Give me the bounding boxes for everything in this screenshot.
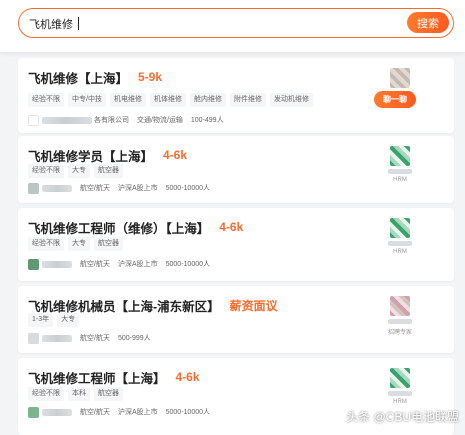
job-title: 飞机维修【上海】 xyxy=(28,71,129,86)
job-tag: 经验不限 xyxy=(28,387,64,401)
company-listing: 沪深A股上市 xyxy=(117,185,158,192)
recruiter-avatar xyxy=(390,68,410,88)
recruiter-name-blurred xyxy=(388,169,412,174)
company-logo xyxy=(28,114,39,126)
company-name-blurred xyxy=(42,184,72,192)
company-listing: 沪深A股上市 xyxy=(117,261,158,268)
job-tag: 经验不限 xyxy=(28,237,64,251)
company-logo xyxy=(28,258,39,270)
job-title: 飞机维修机械员【上海-浦东新区】 xyxy=(28,299,220,314)
recruiter-role: HRM xyxy=(393,249,407,255)
recruiter-avatar xyxy=(390,218,410,238)
job-card[interactable]: 飞机维修机械员【上海-浦东新区】 薪资面议 1-3年 大专 航空/航天 500-… xyxy=(18,286,454,353)
search-input[interactable] xyxy=(29,15,389,33)
recruiter[interactable]: HRM xyxy=(386,218,414,255)
job-tag: 机体维修 xyxy=(149,93,186,107)
job-tag: 航空器 xyxy=(94,164,123,178)
job-tag: 发动机维修 xyxy=(269,93,313,107)
company-info[interactable]: 航空/航天 沪深A股上市 5000-10000人 xyxy=(28,182,218,194)
job-card[interactable]: 飞机维修【上海】 5-9k 经验不限 中专/中技 机电维修 机体维修 舱内维修 … xyxy=(18,58,454,133)
search-header: 搜索 xyxy=(0,0,465,52)
job-tag: 大专 xyxy=(68,164,90,178)
company-size: 5000-10000人 xyxy=(165,185,210,192)
company-industry: 航空/航天 xyxy=(80,335,110,342)
job-title: 飞机维修工程师（维修）【上海】 xyxy=(28,221,210,236)
job-card[interactable]: 飞机维修学员【上海】 4-6k 经验不限 大专 航空器 航空/航天 沪深A股上市… xyxy=(18,136,454,203)
company-size: 5000-10000人 xyxy=(165,261,210,268)
job-salary: 4-6k xyxy=(163,148,188,162)
company-info[interactable]: 航空/航天 沪深A股上市 5000-10000人 xyxy=(28,406,218,418)
company-info[interactable]: 航空/航天 500-999人 xyxy=(28,332,159,344)
job-tags: 经验不限 本科 航空器 xyxy=(28,387,123,401)
company-logo xyxy=(28,182,39,194)
job-tag: 中专/中技 xyxy=(68,93,106,107)
job-tag: 1-3年 xyxy=(28,313,54,327)
job-tag: 本科 xyxy=(68,387,90,401)
job-salary: 4-6k xyxy=(175,370,200,384)
job-tag: 航空器 xyxy=(94,387,123,401)
watermark: 头条 @CBU电池联盟 xyxy=(346,410,459,424)
company-name-blurred xyxy=(42,408,72,416)
company-info[interactable]: 航空/航天 沪深A股上市 5000-10000人 xyxy=(28,258,218,270)
recruiter-avatar xyxy=(390,296,410,316)
company-industry: 航空/航天 xyxy=(80,409,110,416)
job-salary: 薪资面议 xyxy=(229,298,278,313)
search-button[interactable]: 搜索 xyxy=(407,12,449,33)
company-industry: 航空/航天 xyxy=(80,185,110,192)
recruiter-role: 招聘专家 xyxy=(387,330,412,336)
job-tags: 1-3年 大专 xyxy=(28,313,80,327)
company-size: 500-999人 xyxy=(117,335,151,342)
company-industry: 交通/物流/运输 xyxy=(137,117,183,124)
company-logo xyxy=(28,406,39,418)
job-title: 飞机维修学员【上海】 xyxy=(28,149,154,164)
job-title: 飞机维修工程师【上海】 xyxy=(28,371,166,386)
company-name-blurred xyxy=(42,260,72,268)
job-tag: 经验不限 xyxy=(28,93,64,107)
job-tag: 舱内维修 xyxy=(189,93,226,107)
company-logo xyxy=(28,332,39,344)
chat-button[interactable]: 聊一聊 xyxy=(374,91,416,108)
company-name-blurred xyxy=(42,334,72,342)
job-tags: 经验不限 大专 航空器 xyxy=(28,237,123,251)
job-salary: 4-6k xyxy=(219,220,244,234)
recruiter-name-blurred xyxy=(388,391,412,396)
recruiter-avatar xyxy=(390,368,410,388)
text-caret xyxy=(78,17,79,30)
company-info[interactable]: 各有限公司 交通/物流/运输 100-499人 xyxy=(28,114,232,126)
job-salary: 5-9k xyxy=(138,70,163,84)
company-size: 100-499人 xyxy=(190,117,224,124)
job-card[interactable]: 飞机维修工程师（维修）【上海】 4-6k 经验不限 大专 航空器 航空/航天 沪… xyxy=(18,208,454,281)
recruiter-name-blurred xyxy=(388,241,412,246)
recruiter[interactable]: 招聘专家 xyxy=(386,296,414,336)
job-tag: 机电维修 xyxy=(109,93,146,107)
job-tag: 大专 xyxy=(57,313,80,327)
job-tag: 大专 xyxy=(68,237,90,251)
company-name-blurred xyxy=(42,116,92,124)
recruiter-role: HRM xyxy=(393,399,407,405)
job-tag: 经验不限 xyxy=(28,164,64,178)
recruiter[interactable]: HRM xyxy=(386,146,414,183)
search-box[interactable]: 搜索 xyxy=(18,8,454,38)
company-name-suffix: 各有限公司 xyxy=(94,117,129,124)
recruiter-role: HRM xyxy=(393,177,407,183)
recruiter-name-blurred xyxy=(388,319,412,324)
company-industry: 航空/航天 xyxy=(80,261,110,268)
recruiter[interactable]: HRM xyxy=(386,368,414,405)
job-tags: 经验不限 大专 航空器 xyxy=(28,164,123,178)
recruiter-avatar xyxy=(390,146,410,166)
job-tag: 附件维修 xyxy=(229,93,266,107)
job-tag: 航空器 xyxy=(94,237,123,251)
company-size: 5000-10000人 xyxy=(165,409,210,416)
company-listing: 沪深A股上市 xyxy=(117,409,158,416)
job-tags: 经验不限 中专/中技 机电维修 机体维修 舱内维修 附件维修 发动机维修 xyxy=(28,93,313,107)
